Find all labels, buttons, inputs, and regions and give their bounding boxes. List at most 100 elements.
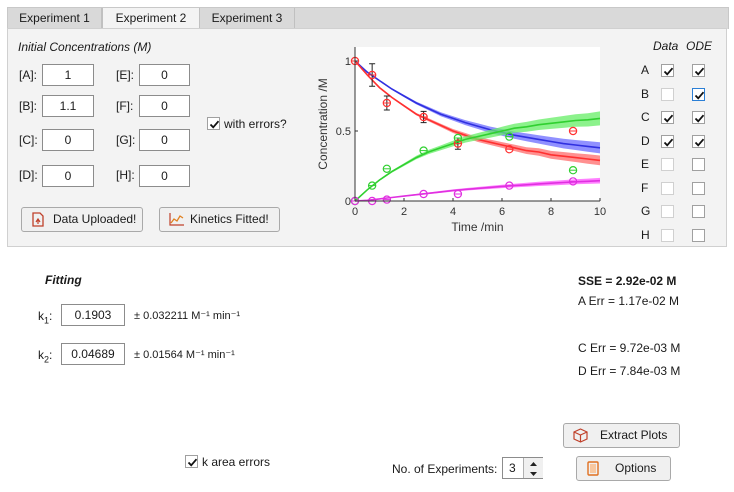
x-axis-label: Time /min bbox=[451, 220, 503, 234]
check-icon bbox=[694, 91, 705, 100]
fitting-title: Fitting bbox=[45, 273, 82, 287]
ode-checkbox-c[interactable] bbox=[692, 111, 705, 124]
k1-error: ± 0.032211 M⁻¹ min⁻¹ bbox=[134, 310, 241, 322]
ode-checkbox-g[interactable] bbox=[692, 205, 705, 218]
check-icon bbox=[209, 120, 220, 129]
experiment-panel: Initial Concentrations (M) [A]: 1 [B]: 1… bbox=[7, 28, 727, 247]
extract-plots-label: Extract Plots bbox=[600, 428, 668, 442]
k1-value-field[interactable]: 0.1903 bbox=[61, 304, 125, 326]
label-b: [B]: bbox=[19, 99, 38, 113]
check-icon bbox=[663, 114, 674, 123]
label-c: [C]: bbox=[19, 133, 38, 147]
species-label: E bbox=[641, 157, 650, 171]
ode-checkbox-a[interactable] bbox=[692, 64, 705, 77]
input-b[interactable]: 1.1 bbox=[42, 95, 94, 117]
k2-error: ± 0.01564 M⁻¹ min⁻¹ bbox=[134, 349, 235, 361]
tab-experiment-1[interactable]: Experiment 1 bbox=[8, 8, 102, 29]
a-err-text: A Err = 1.17e-02 M bbox=[578, 294, 680, 308]
k-area-errors-checkbox[interactable] bbox=[185, 455, 198, 468]
label-d: [D]: bbox=[19, 168, 38, 182]
y-tick-label: 1 bbox=[345, 56, 351, 68]
upload-file-icon bbox=[32, 212, 44, 227]
species-label: C bbox=[641, 110, 650, 124]
ode-checkbox-b[interactable] bbox=[692, 87, 705, 101]
ode-checkbox-e[interactable] bbox=[692, 158, 705, 171]
input-g[interactable]: 0 bbox=[139, 129, 190, 151]
input-f[interactable]: 0 bbox=[139, 95, 190, 117]
num-experiments-spinner[interactable]: 3 bbox=[502, 457, 543, 479]
with-errors-checkbox[interactable] bbox=[207, 117, 220, 130]
num-experiments-value: 3 bbox=[509, 461, 516, 475]
triangle-down-icon bbox=[530, 472, 537, 476]
kinetics-fitted-label: Kinetics Fitted! bbox=[190, 212, 269, 226]
species-label: H bbox=[641, 227, 650, 242]
ode-checkbox-d[interactable] bbox=[692, 134, 705, 148]
data-checkbox-c[interactable] bbox=[661, 111, 674, 124]
k1-colon: : bbox=[49, 309, 53, 323]
data-checkbox-b[interactable] bbox=[661, 87, 674, 101]
data-checkbox-g[interactable] bbox=[661, 205, 674, 218]
input-c[interactable]: 0 bbox=[42, 129, 94, 151]
k2-label: k2: bbox=[38, 348, 52, 364]
species-label: F bbox=[641, 180, 649, 195]
data-checkbox-e[interactable] bbox=[661, 158, 674, 171]
spinner-down-button[interactable] bbox=[523, 468, 543, 478]
x-tick-label: 6 bbox=[499, 206, 505, 218]
data-checkbox-f[interactable] bbox=[661, 181, 674, 195]
check-icon bbox=[187, 458, 198, 467]
check-icon bbox=[694, 114, 705, 123]
chart-line-icon bbox=[169, 213, 184, 226]
x-tick-label: 10 bbox=[594, 206, 606, 218]
input-d[interactable]: 0 bbox=[42, 165, 94, 187]
check-icon bbox=[663, 138, 674, 147]
num-experiments-label: No. of Experiments: bbox=[392, 462, 498, 476]
label-h: [H]: bbox=[116, 168, 135, 182]
check-icon bbox=[694, 138, 705, 147]
sse-text: SSE = 2.92e-02 M bbox=[578, 274, 677, 288]
check-icon bbox=[694, 67, 705, 76]
kinetics-chart: 0 2 4 6 8 10 0 0.5 1 Time /min Concentration /M bbox=[316, 47, 606, 234]
tab-experiment-3[interactable]: Experiment 3 bbox=[200, 8, 295, 29]
data-checkbox-d[interactable] bbox=[661, 134, 674, 148]
tab-bar: Experiment 1 Experiment 2 Experiment 3 bbox=[7, 7, 729, 30]
options-label: Options bbox=[615, 461, 657, 475]
with-errors-label: with errors? bbox=[224, 117, 287, 131]
data-uploaded-button[interactable]: Data Uploaded! bbox=[21, 207, 143, 232]
check-icon bbox=[663, 67, 674, 76]
data-uploaded-label: Data Uploaded! bbox=[53, 212, 137, 226]
x-tick-label: 8 bbox=[548, 206, 554, 218]
data-checkbox-a[interactable] bbox=[661, 64, 674, 77]
options-button[interactable]: Options bbox=[576, 456, 671, 481]
species-label: D bbox=[641, 133, 650, 148]
y-axis-label: Concentration /M bbox=[316, 78, 330, 169]
input-a[interactable]: 1 bbox=[42, 64, 94, 86]
ode-checkbox-f[interactable] bbox=[692, 181, 705, 195]
cube-icon bbox=[573, 428, 588, 443]
label-a: [A]: bbox=[19, 68, 38, 82]
species-label: G bbox=[641, 204, 651, 218]
data-checkbox-h[interactable] bbox=[661, 228, 674, 242]
d-err-text: D Err = 7.84e-03 M bbox=[578, 364, 681, 378]
k2-value-field[interactable]: 0.04689 bbox=[61, 343, 125, 365]
tab-experiment-2[interactable]: Experiment 2 bbox=[102, 8, 200, 30]
y-tick-label: 0.5 bbox=[336, 126, 351, 138]
extract-plots-button[interactable]: Extract Plots bbox=[563, 423, 680, 448]
c-err-text: C Err = 9.72e-03 M bbox=[578, 341, 681, 355]
x-tick-label: 4 bbox=[450, 206, 456, 218]
input-h[interactable]: 0 bbox=[139, 165, 190, 187]
species-label: A bbox=[641, 63, 650, 77]
label-g: [G]: bbox=[116, 133, 136, 147]
x-tick-label: 0 bbox=[352, 206, 358, 218]
kinetics-fitted-button[interactable]: Kinetics Fitted! bbox=[159, 207, 280, 232]
label-e: [E]: bbox=[116, 68, 135, 82]
input-e[interactable]: 0 bbox=[139, 64, 190, 86]
ode-checkbox-h[interactable] bbox=[692, 228, 705, 242]
k1-label: k1: bbox=[38, 309, 52, 325]
document-icon bbox=[587, 461, 599, 476]
ode-column-header: ODE bbox=[686, 39, 713, 53]
x-tick-label: 2 bbox=[401, 206, 407, 218]
species-label: B bbox=[641, 86, 650, 101]
label-f: [F]: bbox=[116, 99, 134, 113]
data-column-header: Data bbox=[653, 39, 679, 53]
y-tick-label: 0 bbox=[345, 196, 351, 208]
